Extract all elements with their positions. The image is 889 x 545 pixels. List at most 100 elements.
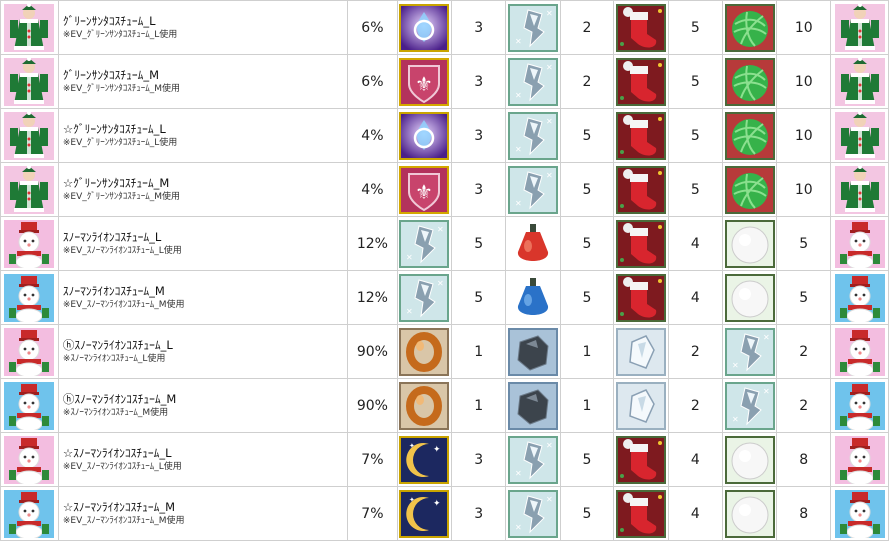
- costume-icon-cell: [0, 324, 59, 379]
- material-quantity: 2: [559, 54, 615, 109]
- christmas-stocking-icon: [616, 3, 667, 52]
- christmas-stocking-icon: [616, 57, 667, 106]
- crystal-shard-icon: ✕ ✕: [507, 435, 558, 484]
- svg-text:✕: ✕: [437, 225, 444, 234]
- costume-icon-cell: [0, 216, 59, 271]
- material-icon-cell: ✦ ✦: [396, 486, 453, 541]
- material-quantity: 4: [668, 432, 723, 487]
- material-icon-cell: ✕ ✕: [504, 54, 561, 109]
- blue-potion-icon: [508, 274, 558, 322]
- moon-icon: ✦ ✦: [399, 435, 450, 484]
- material-icon-cell: ✕ ✕: [396, 216, 453, 271]
- material-icon-cell: [613, 108, 670, 163]
- costume-green-icon: [4, 165, 55, 214]
- ice-crystal-icon: [616, 327, 667, 376]
- snowball-icon: [724, 219, 775, 268]
- result-icon-cell: [830, 486, 889, 541]
- crystal-shard-icon: ✕ ✕: [724, 381, 775, 430]
- svg-text:✕: ✕: [406, 253, 413, 262]
- christmas-stocking-icon: [616, 165, 667, 214]
- svg-text:✦: ✦: [433, 445, 441, 455]
- material-quantity: 5: [559, 216, 615, 271]
- green-yarn-ball-icon: [724, 165, 775, 214]
- costume-name: ⓗｽﾉｰﾏﾝﾗｲｵﾝｺｽﾁｭｰﾑ_M: [62, 392, 177, 406]
- christmas-stocking-icon: [616, 435, 667, 484]
- costume-note: ※EV_ｸﾞﾘｰﾝｻﾝﾀｺｽﾁｭｰﾑ_M使用: [62, 84, 181, 94]
- material-quantity: 3: [451, 162, 506, 217]
- green-yarn-ball-icon: [724, 3, 775, 52]
- costume-name: ｽﾉｰﾏﾝﾗｲｵﾝｺｽﾁｭｰﾑ_M: [62, 284, 165, 298]
- material-icon-cell: [613, 324, 670, 379]
- material-icon-cell: [504, 216, 561, 271]
- material-icon-cell: [504, 378, 561, 433]
- material-icon-cell: [504, 324, 561, 379]
- material-quantity: 5: [559, 162, 615, 217]
- material-icon-cell: [613, 486, 670, 541]
- material-icon-cell: [613, 270, 670, 325]
- svg-text:✕: ✕: [546, 63, 553, 72]
- costume-snowblue-icon: [834, 489, 885, 538]
- material-icon-cell: [396, 0, 453, 55]
- costume-icon-cell: [0, 162, 59, 217]
- svg-text:✕: ✕: [546, 441, 553, 450]
- costume-name: ☆ｸﾞﾘｰﾝｻﾝﾀｺｽﾁｭｰﾑ_L: [62, 122, 166, 136]
- success-rate: 90%: [347, 378, 398, 433]
- costume-name-cell: ☆ｸﾞﾘｰﾝｻﾝﾀｺｽﾁｭｰﾑ_L ※EV_ｸﾞﾘｰﾝｻﾝﾀｺｽﾁｭｰﾑ_L使用: [57, 108, 349, 163]
- success-rate: 7%: [347, 486, 398, 541]
- material-icon-cell: ⚜: [396, 54, 453, 109]
- material-quantity: 4: [668, 216, 723, 271]
- material-quantity: 5: [451, 270, 506, 325]
- fleur-de-lis-shield-icon: ⚜: [399, 57, 450, 106]
- costume-name-cell: ☆ｸﾞﾘｰﾝｻﾝﾀｺｽﾁｭｰﾑ_M ※EV_ｸﾞﾘｰﾝｻﾝﾀｺｽﾁｭｰﾑ_M使用: [57, 162, 349, 217]
- crystal-shard-icon: ✕ ✕: [724, 327, 775, 376]
- success-rate: 7%: [347, 432, 398, 487]
- material-icon-cell: ✕ ✕: [504, 108, 561, 163]
- material-quantity: 10: [776, 0, 832, 55]
- recipe-table-body: ｸﾞﾘｰﾝｻﾝﾀｺｽﾁｭｰﾑ_L ※EV_ｸﾞﾘｰﾝｻﾝﾀｺｽﾁｭｰﾑ_L使用 6%…: [0, 0, 889, 541]
- snowball-icon: [724, 435, 775, 484]
- recipe-row: ☆ｽﾉｰﾏﾝﾗｲｵﾝｺｽﾁｭｰﾑ_M ※EV_ｽﾉｰﾏﾝﾗｲｵﾝｺｽﾁｭｰﾑ_M使…: [0, 486, 889, 541]
- magic-drop-icon: [399, 3, 450, 52]
- crystal-shard-icon: ✕ ✕: [399, 219, 450, 268]
- success-rate: 6%: [347, 54, 398, 109]
- svg-text:✕: ✕: [732, 361, 739, 370]
- material-icon-cell: ⚜: [396, 162, 453, 217]
- material-icon-cell: ✕ ✕: [721, 324, 778, 379]
- material-icon-cell: [721, 432, 778, 487]
- result-icon-cell: [830, 432, 889, 487]
- costume-snowblue-icon: [4, 273, 55, 322]
- material-icon-cell: [721, 270, 778, 325]
- costume-snowblue-icon: [834, 273, 885, 322]
- material-icon-cell: ✕ ✕: [504, 486, 561, 541]
- costume-green-icon: [4, 3, 55, 52]
- costume-snowblue-icon: [4, 381, 55, 430]
- christmas-stocking-icon: [616, 489, 667, 538]
- costume-snowblue-icon: [834, 381, 885, 430]
- result-icon-cell: [830, 0, 889, 55]
- success-rate: 4%: [347, 162, 398, 217]
- svg-text:✕: ✕: [515, 469, 522, 478]
- svg-text:✕: ✕: [546, 495, 553, 504]
- svg-text:✕: ✕: [546, 9, 553, 18]
- green-yarn-ball-icon: [724, 111, 775, 160]
- material-quantity: 1: [451, 378, 506, 433]
- material-icon-cell: [721, 486, 778, 541]
- material-quantity: 8: [776, 486, 832, 541]
- recipe-row: ☆ｸﾞﾘｰﾝｻﾝﾀｺｽﾁｭｰﾑ_L ※EV_ｸﾞﾘｰﾝｻﾝﾀｺｽﾁｭｰﾑ_L使用 4…: [0, 108, 889, 163]
- costume-name: ☆ｽﾉｰﾏﾝﾗｲｵﾝｺｽﾁｭｰﾑ_L: [62, 446, 172, 460]
- crystal-shard-icon: ✕ ✕: [507, 111, 558, 160]
- snowball-icon: [724, 273, 775, 322]
- svg-text:✕: ✕: [515, 145, 522, 154]
- material-icon-cell: [721, 108, 778, 163]
- material-quantity: 5: [776, 216, 832, 271]
- costume-note: ※ｽﾉｰﾏﾝﾗｲｵﾝｺｽﾁｭｰﾑ_L使用: [62, 354, 166, 364]
- material-quantity: 5: [776, 270, 832, 325]
- material-quantity: 2: [668, 378, 723, 433]
- recipe-row: ⓗｽﾉｰﾏﾝﾗｲｵﾝｺｽﾁｭｰﾑ_L ※ｽﾉｰﾏﾝﾗｲｵﾝｺｽﾁｭｰﾑ_L使用 90…: [0, 324, 889, 379]
- result-icon-cell: [830, 378, 889, 433]
- material-quantity: 10: [776, 108, 832, 163]
- material-icon-cell: ✦ ✦: [396, 432, 453, 487]
- material-quantity: 5: [668, 162, 723, 217]
- material-quantity: 3: [451, 54, 506, 109]
- costume-green-icon: [834, 165, 885, 214]
